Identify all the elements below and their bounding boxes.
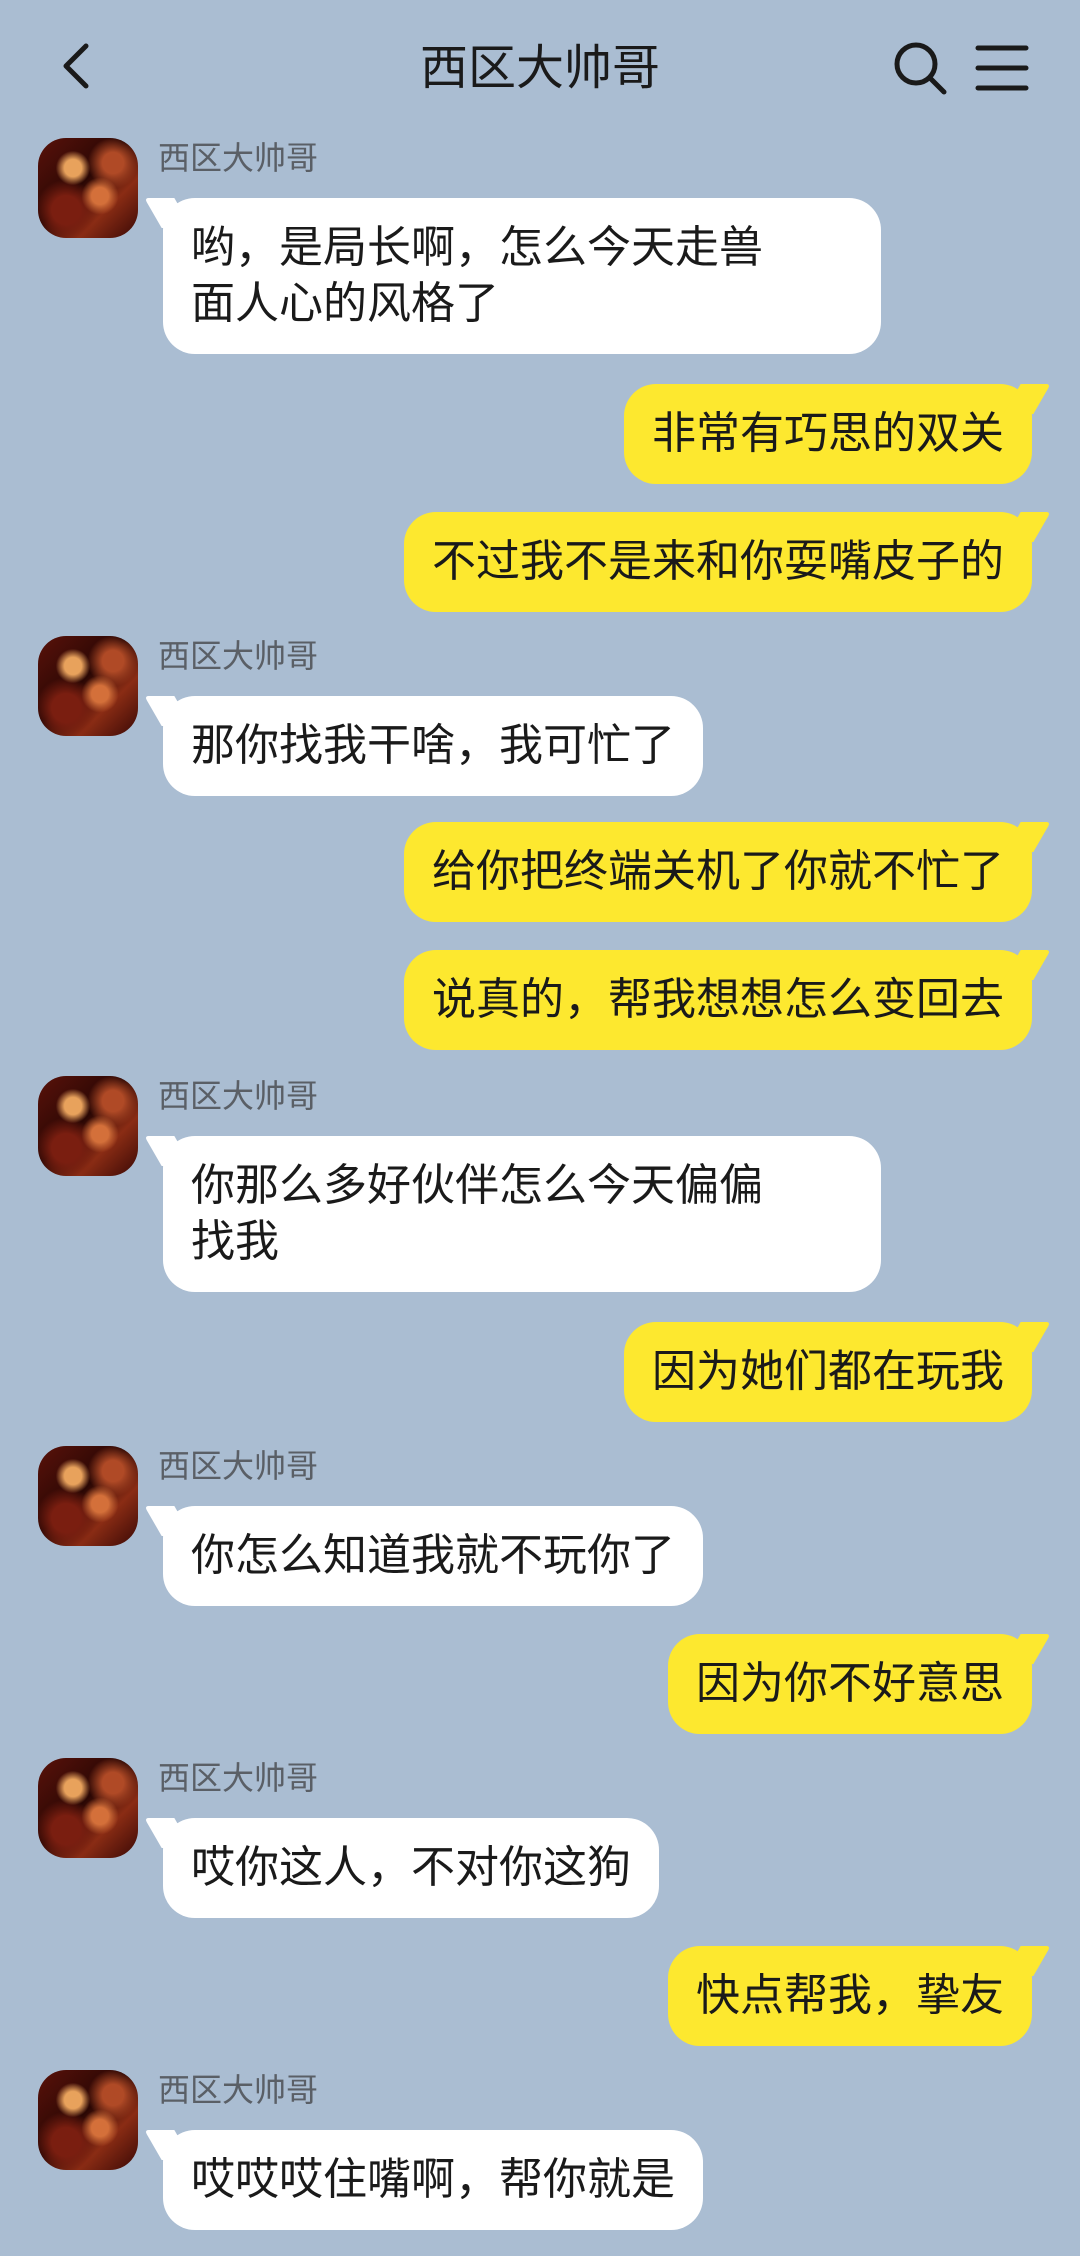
message-bubble[interactable]: 不过我不是来和你耍嘴皮子的 bbox=[404, 512, 1032, 612]
avatar[interactable] bbox=[38, 1446, 138, 1546]
avatar[interactable] bbox=[38, 636, 138, 736]
message-bubble[interactable]: 给你把终端关机了你就不忙了 bbox=[404, 822, 1032, 922]
message-bubble[interactable]: 哎哎哎住嘴啊，帮你就是 bbox=[163, 2130, 703, 2230]
sender-name: 西区大帅哥 bbox=[158, 1447, 319, 1485]
message-bubble[interactable]: 说真的，帮我想想怎么变回去 bbox=[404, 950, 1032, 1050]
sender-name: 西区大帅哥 bbox=[158, 139, 319, 177]
avatar[interactable] bbox=[38, 1076, 138, 1176]
search-icon[interactable] bbox=[890, 38, 950, 98]
sender-name: 西区大帅哥 bbox=[158, 1759, 319, 1797]
message-bubble[interactable]: 非常有巧思的双关 bbox=[624, 384, 1032, 484]
message-bubble[interactable]: 快点帮我，挚友 bbox=[668, 1946, 1032, 2046]
message-bubble[interactable]: 你那么多好伙伴怎么今天偏偏 找我 bbox=[163, 1136, 881, 1292]
message-bubble[interactable]: 那你找我干啥，我可忙了 bbox=[163, 696, 703, 796]
message-bubble[interactable]: 因为你不好意思 bbox=[668, 1634, 1032, 1734]
message-bubble[interactable]: 哎你这人，不对你这狗 bbox=[163, 1818, 659, 1918]
sender-name: 西区大帅哥 bbox=[158, 1077, 319, 1115]
chat-header: 西区大帅哥 bbox=[0, 0, 1080, 130]
sender-name: 西区大帅哥 bbox=[158, 2071, 319, 2109]
message-bubble[interactable]: 你怎么知道我就不玩你了 bbox=[163, 1506, 703, 1606]
avatar[interactable] bbox=[38, 2070, 138, 2170]
message-bubble[interactable]: 哟，是局长啊，怎么今天走兽 面人心的风格了 bbox=[163, 198, 881, 354]
avatar[interactable] bbox=[38, 138, 138, 238]
message-bubble[interactable]: 因为她们都在玩我 bbox=[624, 1322, 1032, 1422]
menu-icon[interactable] bbox=[972, 40, 1032, 96]
avatar[interactable] bbox=[38, 1758, 138, 1858]
sender-name: 西区大帅哥 bbox=[158, 637, 319, 675]
